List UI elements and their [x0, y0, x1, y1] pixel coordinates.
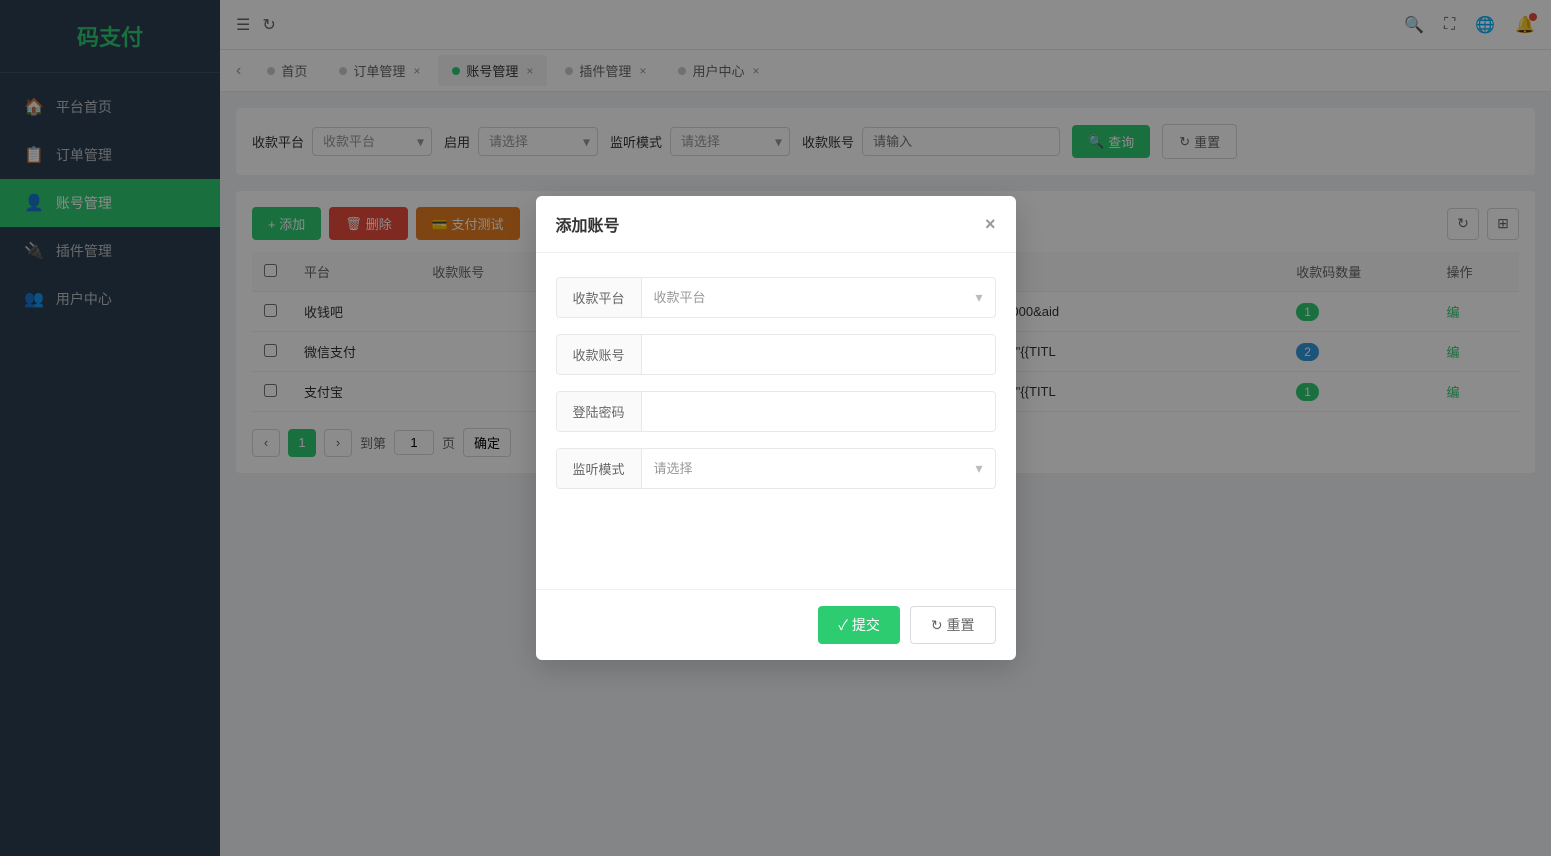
form-listen-select[interactable]: 请选择 — [642, 451, 995, 486]
dialog-title: 添加账号 — [556, 212, 620, 236]
form-account-label: 收款账号 — [557, 335, 642, 374]
dialog-close-button[interactable]: × — [985, 215, 996, 233]
add-account-dialog: 添加账号 × 收款平台 收款平台 收款账号 登陆密码 — [536, 196, 1016, 660]
form-listen-label: 监听模式 — [557, 449, 642, 488]
dialog-footer: ✓ 提交 ↻ 重置 — [536, 589, 1016, 660]
form-row-password: 登陆密码 — [556, 391, 996, 432]
form-password-label: 登陆密码 — [557, 392, 642, 431]
form-platform-select[interactable]: 收款平台 — [642, 280, 995, 315]
form-row-listen: 监听模式 请选择 — [556, 448, 996, 489]
dialog-overlay: 添加账号 × 收款平台 收款平台 收款账号 登陆密码 — [0, 0, 1551, 856]
form-listen-select-wrapper: 请选择 — [642, 451, 995, 486]
form-account-input[interactable] — [642, 337, 995, 372]
dialog-reset-button[interactable]: ↻ 重置 — [910, 606, 996, 644]
dialog-header: 添加账号 × — [536, 196, 1016, 253]
dialog-body: 收款平台 收款平台 收款账号 登陆密码 监听模式 — [536, 253, 1016, 589]
form-platform-select-wrapper: 收款平台 — [642, 280, 995, 315]
form-platform-label: 收款平台 — [557, 278, 642, 317]
dialog-submit-button[interactable]: ✓ 提交 — [818, 606, 899, 644]
form-row-platform: 收款平台 收款平台 — [556, 277, 996, 318]
form-row-account: 收款账号 — [556, 334, 996, 375]
form-password-input[interactable] — [642, 394, 995, 429]
dialog-spacer — [556, 505, 996, 565]
